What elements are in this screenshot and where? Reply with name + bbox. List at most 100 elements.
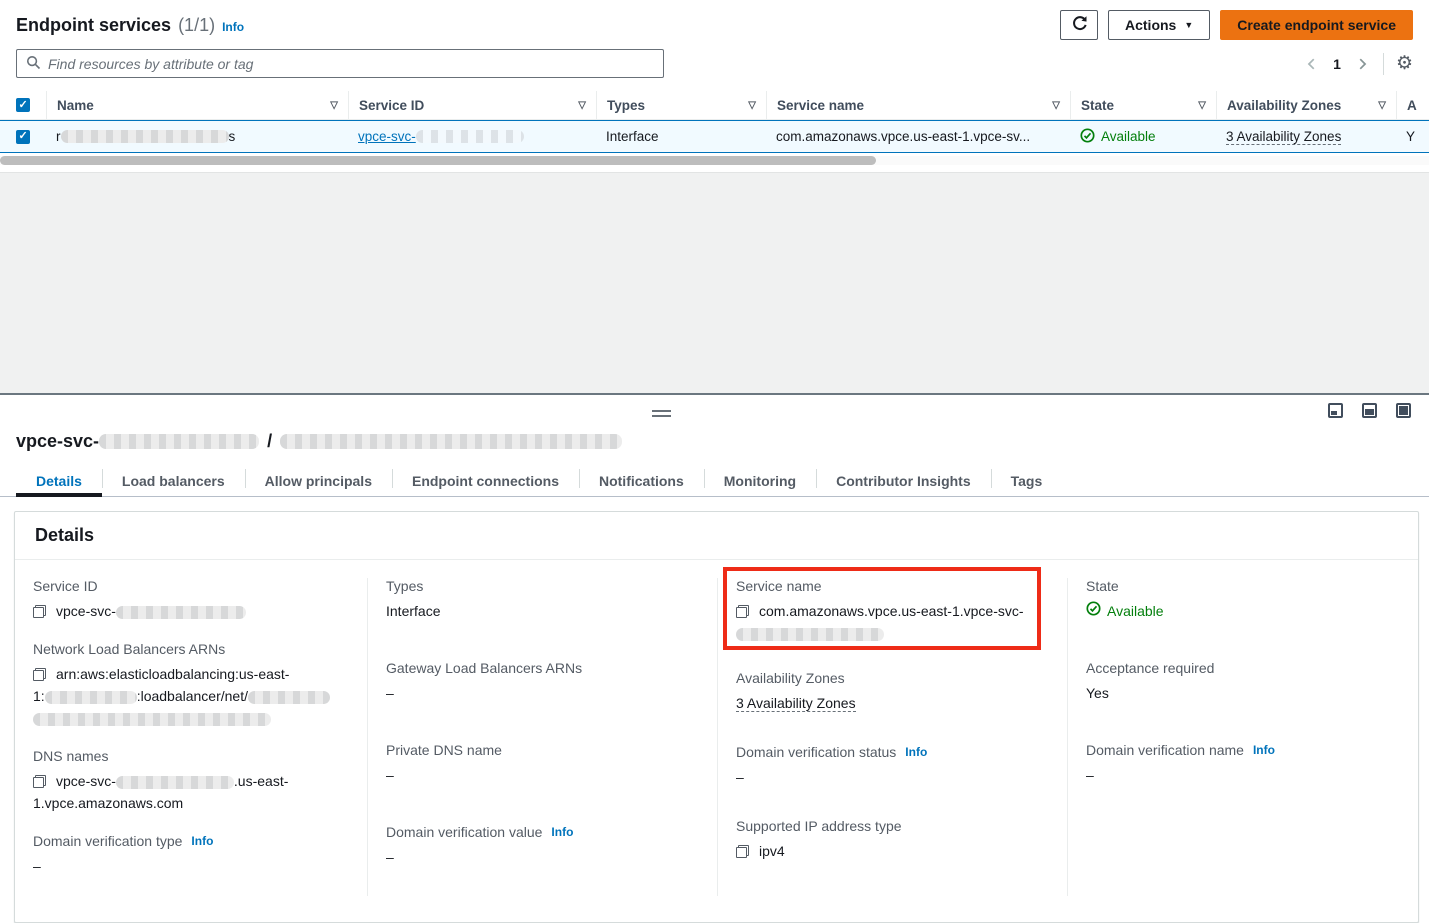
column-header-name[interactable]: Name ▽ <box>46 91 348 119</box>
scrollbar-thumb[interactable] <box>0 156 876 165</box>
header-info-link[interactable]: Info <box>222 20 244 34</box>
select-all-cell <box>0 91 46 119</box>
copy-icon[interactable] <box>736 605 749 618</box>
resource-count: (1/1) <box>178 15 215 36</box>
field-domain-verification-status: Domain verification status Info – <box>736 744 1049 788</box>
redacted-text <box>280 434 622 449</box>
sort-icon[interactable]: ▽ <box>1190 100 1206 111</box>
actions-button[interactable]: Actions ▼ <box>1108 10 1210 40</box>
sort-icon[interactable]: ▽ <box>740 100 756 111</box>
create-label: Create endpoint service <box>1237 17 1396 33</box>
refresh-button[interactable] <box>1060 10 1098 40</box>
redacted-text <box>45 691 137 704</box>
sort-icon[interactable]: ▽ <box>322 100 338 111</box>
horizontal-scrollbar[interactable] <box>0 156 1429 165</box>
cell-state: Available <box>1070 121 1216 152</box>
row-checkbox[interactable] <box>16 130 30 144</box>
column-header-partial[interactable]: A <box>1396 91 1429 119</box>
sort-icon[interactable]: ▽ <box>570 100 586 111</box>
field-glb-arns: Gateway Load Balancers ARNs – <box>386 660 699 704</box>
field-dns-names: DNS names vpce-svc-.us-east- 1.vpce.amaz… <box>33 748 349 814</box>
tab-notifications[interactable]: Notifications <box>579 465 704 496</box>
panel-size-medium-icon[interactable] <box>1362 403 1377 418</box>
endpoint-services-table: Name ▽ Service ID ▽ Types ▽ Service name… <box>0 91 1429 165</box>
create-endpoint-service-button[interactable]: Create endpoint service <box>1220 10 1413 40</box>
cell-types: Interface <box>596 121 766 152</box>
sort-icon[interactable]: ▽ <box>1370 100 1386 111</box>
tab-details[interactable]: Details <box>16 465 102 496</box>
column-header-availability-zones[interactable]: Availability Zones ▽ <box>1216 91 1396 119</box>
info-link[interactable]: Info <box>191 834 213 848</box>
details-heading: Details <box>15 512 1418 560</box>
column-header-service-name[interactable]: Service name ▽ <box>766 91 1070 119</box>
page-title: Endpoint services <box>16 15 171 36</box>
search-box[interactable] <box>16 49 664 78</box>
copy-icon[interactable] <box>33 668 46 681</box>
split-panel-title: vpce-svc- / <box>0 427 1429 452</box>
refresh-icon <box>1071 15 1088 35</box>
next-page-button[interactable] <box>1353 55 1371 73</box>
check-circle-icon <box>1086 600 1101 622</box>
redacted-text <box>736 628 884 641</box>
column-header-service-id[interactable]: Service ID ▽ <box>348 91 596 119</box>
select-all-checkbox[interactable] <box>16 98 30 112</box>
search-input[interactable] <box>48 56 654 72</box>
previous-page-button[interactable] <box>1303 55 1321 73</box>
info-link[interactable]: Info <box>551 825 573 839</box>
cell-service-name: com.amazonaws.vpce.us-east-1.vpce-sv... <box>766 121 1070 152</box>
panel-header: Endpoint services (1/1) Info Actions ▼ C… <box>0 0 1429 40</box>
copy-icon[interactable] <box>33 605 46 618</box>
split-panel-drag-handle[interactable] <box>652 410 671 417</box>
tab-load-balancers[interactable]: Load balancers <box>102 465 245 496</box>
pagination: 1 ⚙ <box>1303 53 1413 75</box>
cell-service-id: vpce-svc- <box>348 121 596 152</box>
details-column-1: Service ID vpce-svc- Network Load Balanc… <box>15 578 367 896</box>
filter-row: 1 ⚙ <box>0 40 1429 78</box>
column-header-state[interactable]: State ▽ <box>1070 91 1216 119</box>
tab-contributor-insights[interactable]: Contributor Insights <box>816 465 991 496</box>
tab-endpoint-connections[interactable]: Endpoint connections <box>392 465 579 496</box>
table-row[interactable]: r s vpce-svc- Interface com.amazonaws.vp… <box>0 120 1429 153</box>
redacted-text <box>61 130 229 143</box>
divider <box>1383 53 1384 75</box>
sort-icon[interactable]: ▽ <box>1044 100 1060 111</box>
tab-allow-principals[interactable]: Allow principals <box>245 465 392 496</box>
tab-monitoring[interactable]: Monitoring <box>704 465 816 496</box>
field-supported-ip: Supported IP address type ipv4 <box>736 818 1049 862</box>
copy-icon[interactable] <box>736 845 749 858</box>
info-link[interactable]: Info <box>905 745 927 759</box>
panel-size-small-icon[interactable] <box>1328 403 1343 418</box>
field-acceptance-required: Acceptance required Yes <box>1086 660 1400 704</box>
cell-name: r s <box>46 121 348 152</box>
search-icon <box>26 55 41 73</box>
field-types: Types Interface <box>386 578 699 622</box>
field-domain-verification-name: Domain verification name Info – <box>1086 742 1400 786</box>
service-id-link[interactable]: vpce-svc- <box>358 129 524 144</box>
redacted-text <box>116 606 246 619</box>
tab-tags[interactable]: Tags <box>991 465 1063 496</box>
check-circle-icon <box>1080 128 1095 146</box>
settings-gear-button[interactable]: ⚙ <box>1396 54 1413 73</box>
field-domain-verification-value: Domain verification value Info – <box>386 824 699 868</box>
details-column-2: Types Interface Gateway Load Balancers A… <box>367 578 717 896</box>
field-domain-verification-type: Domain verification type Info – <box>33 833 349 877</box>
table-header-row: Name ▽ Service ID ▽ Types ▽ Service name… <box>0 91 1429 120</box>
field-availability-zones: Availability Zones 3 Availability Zones <box>736 670 1049 714</box>
redacted-text <box>33 713 271 726</box>
availability-zones-popover[interactable]: 3 Availability Zones <box>736 695 856 712</box>
actions-label: Actions <box>1125 17 1176 33</box>
details-column-3: Service name com.amazonaws.vpce.us-east-… <box>717 578 1067 896</box>
split-panel: vpce-svc- / Details Load balancers Allow… <box>0 393 1429 923</box>
field-service-id: Service ID vpce-svc- <box>33 578 349 622</box>
panel-size-large-icon[interactable] <box>1396 403 1411 418</box>
current-page-number: 1 <box>1333 56 1341 72</box>
availability-zones-popover[interactable]: 3 Availability Zones <box>1226 129 1341 145</box>
redacted-text <box>116 776 234 789</box>
field-service-name: Service name com.amazonaws.vpce.us-east-… <box>736 578 1049 644</box>
column-header-types[interactable]: Types ▽ <box>596 91 766 119</box>
detail-tabs: Details Load balancers Allow principals … <box>0 465 1429 497</box>
redacted-text <box>99 434 259 449</box>
cell-availability-zones: 3 Availability Zones <box>1216 121 1396 152</box>
copy-icon[interactable] <box>33 775 46 788</box>
info-link[interactable]: Info <box>1253 743 1275 757</box>
